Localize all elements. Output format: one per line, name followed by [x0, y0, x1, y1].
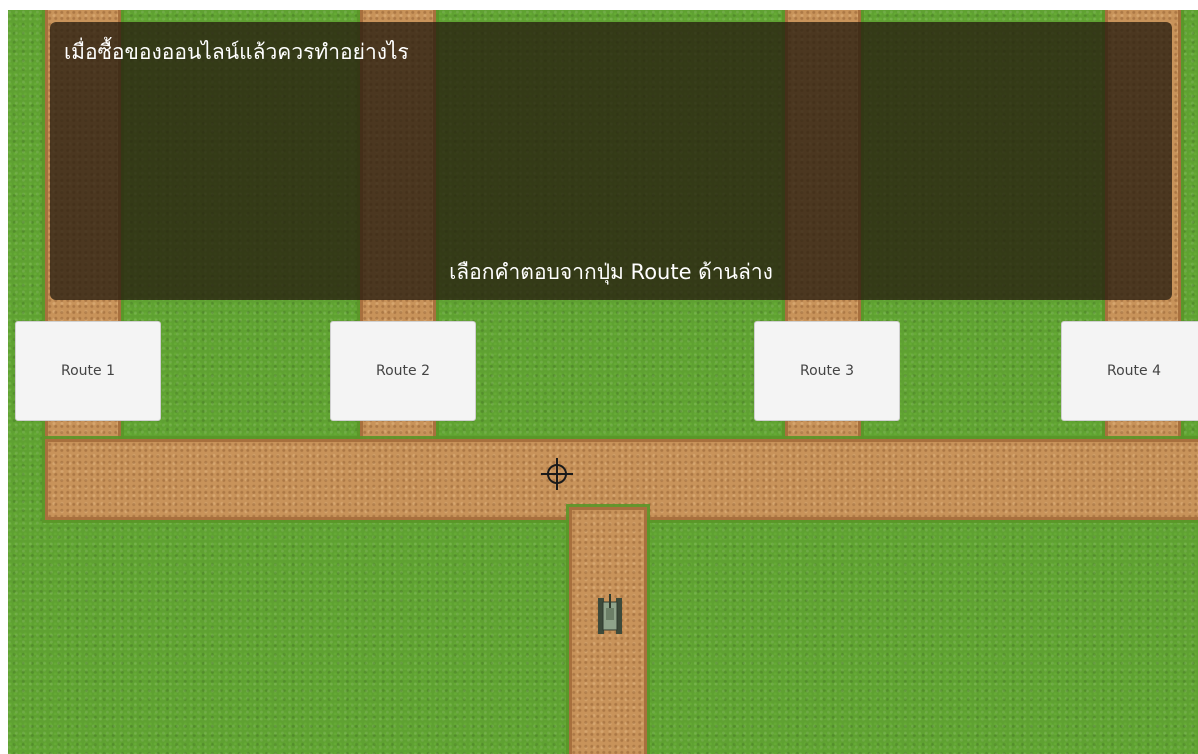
question-panel: เมื่อซื้อของออนไลน์แล้วควรทำอย่างไร เลือ… [50, 22, 1172, 300]
route-1-button[interactable]: Route 1 [15, 321, 161, 421]
game-scene: เมื่อซื้อของออนไลน์แล้วควรทำอย่างไร เลือ… [8, 10, 1198, 754]
route-3-button[interactable]: Route 3 [754, 321, 900, 421]
hint-text: เลือกคำตอบจากปุ่ม Route ด้านล่าง [449, 260, 773, 284]
road-horizontal [48, 442, 1198, 517]
crosshair-icon [541, 458, 573, 490]
tank-icon [598, 594, 622, 634]
question-text: เมื่อซื้อของออนไลน์แล้วควรทำอย่างไร [64, 40, 409, 64]
route-4-button[interactable]: Route 4 [1061, 321, 1198, 421]
route-2-button[interactable]: Route 2 [330, 321, 476, 421]
